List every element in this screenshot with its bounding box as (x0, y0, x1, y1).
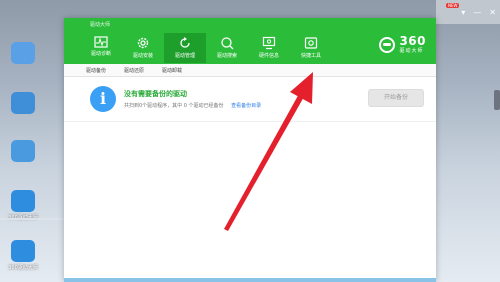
app-title: 驱动大师 (90, 22, 111, 28)
nav-driver-install[interactable]: 驱动安装 (122, 33, 164, 63)
new-badge: NEW (446, 3, 460, 8)
tab-driver-restore[interactable]: 驱动还原 (124, 67, 144, 74)
nav-label: 驱动管理 (174, 53, 195, 59)
panel-description: 共扫到0个驱动程序，其中 0 个驱动已经备份 查看备份目录 (124, 102, 261, 109)
nav-label: 快捷工具 (300, 53, 321, 59)
gear-icon (137, 37, 149, 49)
view-backup-dir-link[interactable]: 查看备份目录 (231, 103, 261, 109)
desktop-icon[interactable] (4, 42, 42, 64)
window-controls-area: NEW ▾ — ✕ (436, 0, 500, 24)
app-icon (11, 140, 35, 162)
app-header: 驱动大师 驱动诊断 驱动安装 驱动管理 驱动搜索 硬件信息 快捷工具 360 驱… (64, 18, 436, 64)
driver-master-window: 驱动大师 驱动诊断 驱动安装 驱动管理 驱动搜索 硬件信息 快捷工具 360 驱… (64, 18, 436, 282)
pulse-icon (94, 36, 108, 48)
nav-label: 驱动安装 (132, 53, 153, 59)
nav-label: 驱动诊断 (90, 51, 111, 57)
tab-driver-backup[interactable]: 驱动备份 (86, 67, 106, 74)
app-icon (11, 92, 35, 114)
start-backup-button[interactable]: 开始备份 (368, 89, 424, 107)
app-icon (11, 42, 35, 64)
close-icon[interactable]: ✕ (489, 8, 496, 17)
refresh-icon (180, 37, 190, 48)
panel-headline: 没有需要备份的驱动 (124, 90, 187, 98)
toolbox-icon (304, 37, 318, 49)
search-icon (221, 37, 234, 50)
brand-logo: 360 驱动大师 (379, 34, 426, 54)
taskbar-hint (64, 278, 436, 282)
sub-tab-bar: 驱动备份 驱动还原 驱动卸载 (64, 64, 436, 77)
logo-icon (379, 37, 396, 53)
desktop-icon-driver-master-1[interactable]: 360驱动大师 (4, 190, 42, 221)
window-buttons: ▾ — ✕ (461, 8, 496, 17)
nav-driver-manage[interactable]: 驱动管理 (164, 33, 206, 63)
backup-panel: i 没有需要备份的驱动 共扫到0个驱动程序，其中 0 个驱动已经备份 查看备份目… (64, 77, 436, 122)
minimize-icon[interactable]: — (473, 8, 481, 17)
app-icon (11, 240, 35, 262)
nav-label: 硬件信息 (258, 53, 279, 59)
app-icon (11, 190, 35, 212)
nav-hardware-info[interactable]: 硬件信息 (248, 33, 290, 63)
desktop-icon[interactable] (4, 92, 42, 114)
brand-number: 360 (399, 34, 426, 48)
desktop-icon[interactable] (4, 140, 42, 162)
desktop-icon-column: 360驱动大师 360驱动大师 (0, 0, 64, 282)
nav-driver-search[interactable]: 驱动搜索 (206, 33, 248, 63)
nav-quick-tools[interactable]: 快捷工具 (290, 33, 332, 63)
brand-name: 驱动大师 (399, 48, 424, 54)
monitor-icon (262, 36, 276, 50)
desktop-divider (0, 218, 64, 220)
tab-driver-uninstall[interactable]: 驱动卸载 (162, 67, 182, 74)
description-text: 共扫到0个驱动程序，其中 0 个驱动已经备份 (124, 103, 224, 109)
desktop-icon-driver-master-2[interactable]: 360驱动大师 (4, 240, 42, 271)
nav-label: 驱动搜索 (216, 53, 237, 59)
main-nav: 驱动诊断 驱动安装 驱动管理 驱动搜索 硬件信息 快捷工具 (80, 33, 332, 63)
scroll-indicator (494, 90, 500, 110)
nav-driver-diagnosis[interactable]: 驱动诊断 (80, 33, 122, 63)
desktop-icon-label: 360驱动大师 (8, 265, 38, 271)
info-icon: i (90, 86, 116, 112)
skin-icon[interactable]: ▾ (461, 8, 465, 17)
